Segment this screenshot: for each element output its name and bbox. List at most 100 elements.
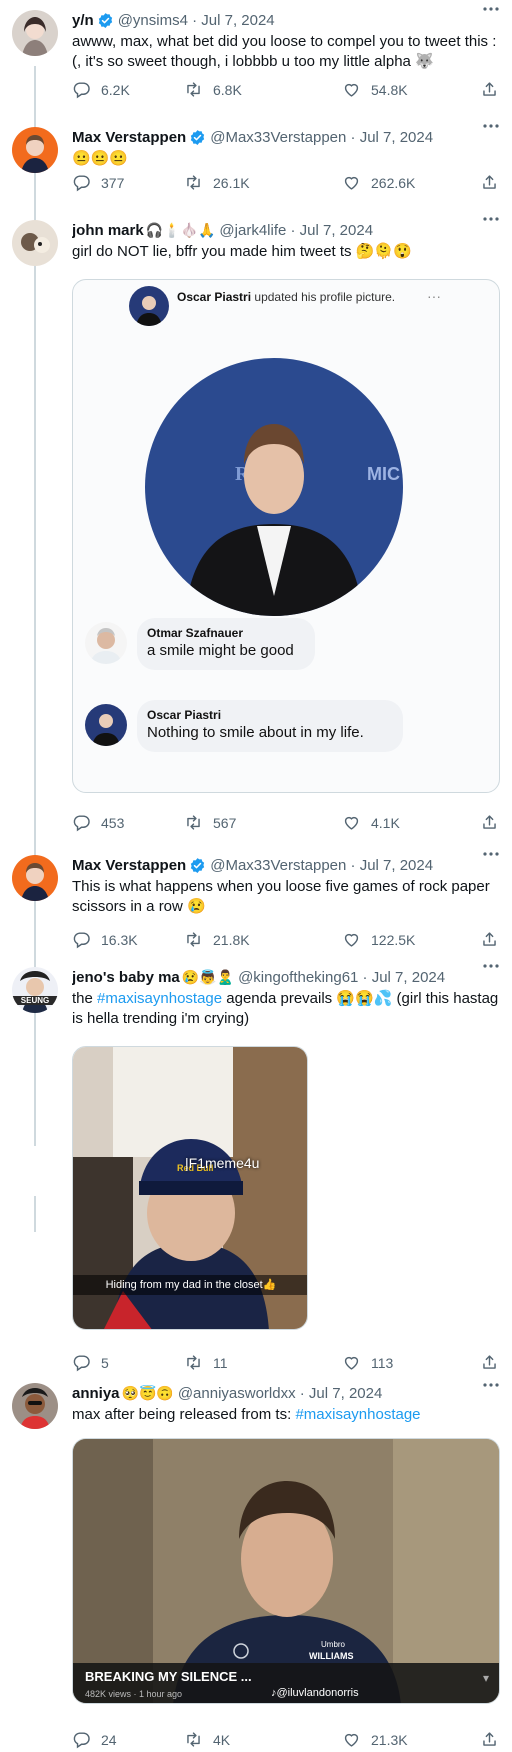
avatar[interactable] — [12, 1383, 58, 1429]
retweet-icon — [184, 1730, 203, 1749]
reply-count: 24 — [101, 1731, 117, 1748]
author-name[interactable]: jeno's baby ma — [72, 969, 180, 986]
tweet[interactable]: Max Verstappen @Max33Verstappen · Jul 7,… — [0, 845, 512, 957]
like-icon — [342, 80, 361, 99]
media-image[interactable]: Red Bull |F1meme4u Hiding from my dad in… — [72, 1046, 308, 1330]
like-button[interactable]: 113 — [342, 1353, 393, 1372]
svg-text:MIC: MIC — [367, 464, 400, 484]
more-icon[interactable] — [482, 1378, 500, 1392]
tweet[interactable]: SEUNG jeno's baby ma 😢👼🙎‍♂️ @kingoftheki… — [0, 957, 512, 1375]
retweet-count: 4K — [213, 1731, 231, 1748]
name-emoji: 🎧🕯️🧄🙏 — [145, 221, 216, 238]
media-video[interactable]: Umbro WILLIAMS BREAKING MY SILENCE ... 4… — [72, 1438, 500, 1704]
timeline-feed: y/n @ynsims4 · Jul 7, 2024 awww, max, wh… — [0, 0, 512, 1752]
embed-avatar — [129, 286, 169, 326]
author-name[interactable]: anniya — [72, 1385, 120, 1402]
reply-button[interactable]: 453 — [72, 813, 124, 832]
author-handle[interactable]: @Max33Verstappen · Jul 7, 2024 — [210, 857, 433, 874]
retweet-button[interactable]: 4K — [184, 1730, 230, 1749]
reply-button[interactable]: 24 — [72, 1730, 117, 1749]
tweet[interactable]: john mark 🎧🕯️🧄🙏 @jark4life · Jul 7, 2024… — [0, 210, 512, 850]
retweet-count: 567 — [213, 814, 237, 831]
like-button[interactable]: 122.5K — [342, 930, 415, 949]
more-icon[interactable] — [482, 212, 500, 226]
more-icon[interactable] — [482, 2, 500, 16]
retweet-count: 26.1K — [213, 174, 250, 191]
tweet-text: girl do NOT lie, bffr you made him tweet… — [72, 243, 412, 260]
verified-icon — [97, 12, 114, 29]
media-image[interactable]: Oscar Piastri updated his profile pictur… — [72, 279, 500, 793]
author-handle[interactable]: @anniyasworldxx · Jul 7, 2024 — [178, 1385, 383, 1402]
comment-text: a smile might be good — [147, 642, 294, 659]
hashtag-link[interactable]: #maxisaynhostage — [295, 1406, 420, 1423]
profile-picture: R MIC — [145, 358, 403, 616]
retweet-count: 6.8K — [213, 81, 242, 98]
tweet[interactable]: y/n @ynsims4 · Jul 7, 2024 awww, max, wh… — [0, 0, 512, 115]
avatar[interactable] — [12, 220, 58, 266]
author-handle[interactable]: @kingoftheking61 · Jul 7, 2024 — [238, 969, 445, 986]
commenter-avatar — [85, 622, 127, 664]
more-icon[interactable] — [482, 119, 500, 133]
author-handle[interactable]: @jark4life · Jul 7, 2024 — [219, 222, 373, 239]
retweet-icon — [184, 1353, 203, 1372]
share-button[interactable] — [480, 1730, 499, 1749]
reply-button[interactable]: 6.2K — [72, 80, 130, 99]
like-icon — [342, 930, 361, 949]
commenter-avatar — [85, 704, 127, 746]
retweet-button[interactable]: 6.8K — [184, 80, 242, 99]
reply-icon — [72, 173, 91, 192]
author-name[interactable]: y/n — [72, 12, 94, 29]
more-icon[interactable] — [482, 959, 500, 973]
reply-count: 453 — [101, 814, 125, 831]
reply-button[interactable]: 377 — [72, 173, 124, 192]
like-icon — [342, 173, 361, 192]
reply-icon — [72, 1730, 91, 1749]
like-count: 21.3K — [371, 1731, 408, 1748]
reply-button[interactable]: 5 — [72, 1353, 109, 1372]
tweet[interactable]: Max Verstappen @Max33Verstappen · Jul 7,… — [0, 117, 512, 209]
share-icon — [480, 813, 499, 832]
like-icon — [342, 1353, 361, 1372]
like-button[interactable]: 21.3K — [342, 1730, 408, 1749]
retweet-icon — [184, 173, 203, 192]
author-name[interactable]: john mark — [72, 222, 144, 239]
author-name[interactable]: Max Verstappen — [72, 129, 186, 146]
author-handle[interactable]: @ynsims4 · Jul 7, 2024 — [118, 12, 275, 29]
comment-author: Oscar Piastri — [147, 708, 222, 722]
like-button[interactable]: 262.6K — [342, 173, 415, 192]
retweet-count: 21.8K — [213, 931, 250, 948]
name-emoji: 🥺😇🙃 — [121, 1384, 174, 1401]
author-handle[interactable]: @Max33Verstappen · Jul 7, 2024 — [210, 129, 433, 146]
like-button[interactable]: 54.8K — [342, 80, 408, 99]
hashtag-link[interactable]: #maxisaynhostage — [97, 990, 222, 1007]
retweet-button[interactable]: 567 — [184, 813, 236, 832]
reply-button[interactable]: 16.3K — [72, 930, 138, 949]
like-count: 113 — [371, 1354, 394, 1371]
avatar[interactable] — [12, 10, 58, 56]
retweet-button[interactable]: 21.8K — [184, 930, 250, 949]
share-button[interactable] — [480, 173, 499, 192]
retweet-icon — [184, 80, 203, 99]
tweet-text: the #maxisaynhostage agenda prevails 😭😭💦… — [72, 990, 499, 1027]
tweet[interactable]: anniya 🥺😇🙃 @anniyasworldxx · Jul 7, 2024… — [0, 1378, 512, 1752]
shirt-sponsor: WILLIAMS — [309, 1651, 354, 1661]
share-button[interactable] — [480, 813, 499, 832]
retweet-button[interactable]: 26.1K — [184, 173, 250, 192]
share-button[interactable] — [480, 1353, 499, 1372]
like-button[interactable]: 4.1K — [342, 813, 400, 832]
author-name[interactable]: Max Verstappen — [72, 857, 186, 874]
embed-action: updated his profile picture. — [254, 290, 396, 304]
avatar[interactable] — [12, 855, 58, 901]
like-icon — [342, 1730, 361, 1749]
more-icon[interactable] — [482, 847, 500, 861]
share-button[interactable] — [480, 80, 499, 99]
avatar[interactable]: SEUNG — [12, 967, 58, 1013]
video-credit: ♪@iluvlandonorris — [271, 1687, 359, 1699]
svg-text:Umbro: Umbro — [321, 1640, 346, 1649]
reply-icon — [72, 813, 91, 832]
like-icon — [342, 813, 361, 832]
avatar[interactable] — [12, 127, 58, 173]
retweet-button[interactable]: 11 — [184, 1353, 228, 1372]
share-button[interactable] — [480, 930, 499, 949]
comment-bubble: Otmar Szafnauer a smile might be good — [85, 618, 321, 670]
